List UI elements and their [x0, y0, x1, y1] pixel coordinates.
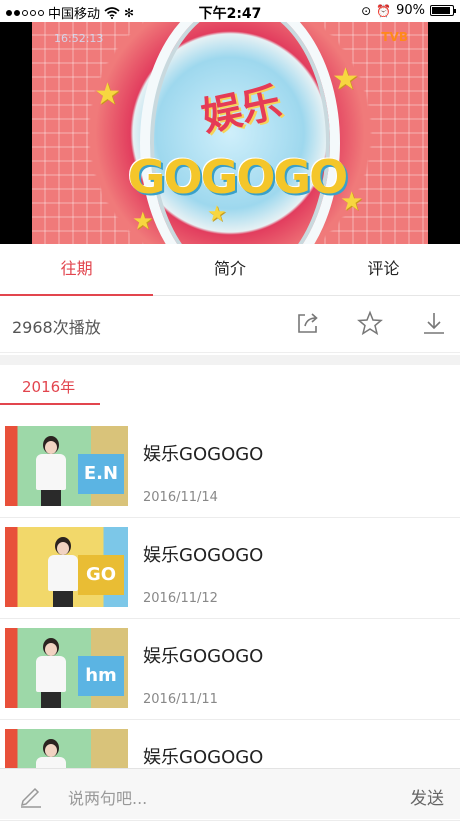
- pencil-icon: [20, 787, 41, 808]
- star-icon[interactable]: [357, 310, 383, 336]
- star-decoration: ★: [94, 77, 121, 112]
- section-divider: [0, 355, 460, 365]
- download-icon[interactable]: [421, 310, 447, 336]
- tab-bar: 往期 简介 评论: [0, 244, 460, 296]
- video-timecode: 16:52:13: [54, 32, 104, 45]
- host-figure: [33, 638, 69, 708]
- share-icon[interactable]: [295, 310, 321, 336]
- tab-label: 往期: [60, 259, 93, 278]
- episode-item[interactable]: E.N 娱乐GOGOGO 2016/11/14: [0, 417, 460, 518]
- star-decoration: ★: [132, 207, 154, 235]
- episode-title: 娱乐GOGOGO: [143, 747, 264, 768]
- show-logo: GOGOGO: [127, 150, 349, 204]
- play-count-row: 2968次播放: [0, 296, 460, 353]
- tab-intro[interactable]: 简介: [153, 244, 306, 295]
- host-figure: [33, 436, 69, 506]
- alarm-icon: ⏰: [376, 3, 392, 18]
- thumbnail-sign: GO: [78, 555, 124, 595]
- episode-date: 2016/11/14: [143, 490, 218, 505]
- battery-icon: [430, 5, 456, 16]
- year-tab[interactable]: 2016年: [22, 376, 75, 397]
- comment-input[interactable]: 说两句吧...: [68, 785, 147, 809]
- tab-label: 评论: [367, 259, 400, 278]
- episode-date: 2016/11/11: [143, 692, 218, 707]
- thumbnail-sign: hm: [78, 656, 124, 696]
- episode-item[interactable]: GO 娱乐GOGOGO 2016/11/12: [0, 518, 460, 619]
- video-frame: ★ ★ ★ ★ ★ 娱乐 GOGOGO 16:52:13 TVB: [32, 22, 428, 244]
- episode-thumbnail: GO: [5, 527, 128, 607]
- thumbnail-sign: E.N: [78, 454, 124, 494]
- episode-thumbnail: hm: [5, 628, 128, 708]
- episode-date: 2016/11/12: [143, 591, 218, 606]
- video-player[interactable]: ★ ★ ★ ★ ★ 娱乐 GOGOGO 16:52:13 TVB: [0, 22, 460, 244]
- episode-title: 娱乐GOGOGO: [143, 545, 264, 566]
- episode-item[interactable]: hm 娱乐GOGOGO 2016/11/11: [0, 619, 460, 720]
- send-button[interactable]: 发送: [410, 784, 444, 809]
- tab-past-episodes[interactable]: 往期: [0, 244, 154, 296]
- tab-label: 简介: [213, 259, 246, 278]
- battery-percent: 90%: [396, 3, 425, 18]
- status-bar: 中国移动 ✻ 下午2:47 ⊙ ⏰ 90%: [0, 0, 460, 22]
- year-tab-row: 2016年: [0, 366, 460, 406]
- comment-bar: 说两句吧... 发送: [0, 768, 460, 819]
- channel-logo: TVB: [381, 30, 408, 44]
- episode-title: 娱乐GOGOGO: [143, 646, 264, 667]
- play-count: 2968次播放: [12, 318, 101, 337]
- episode-title: 娱乐GOGOGO: [143, 444, 264, 465]
- star-decoration: ★: [207, 202, 227, 227]
- status-right: ⊙ ⏰ 90%: [361, 3, 456, 18]
- year-tab-underline: [0, 403, 100, 405]
- tab-comments[interactable]: 评论: [307, 244, 460, 295]
- host-figure: [45, 537, 81, 607]
- episode-thumbnail: E.N: [5, 426, 128, 506]
- rotation-lock-icon: ⊙: [361, 3, 372, 18]
- star-decoration: ★: [332, 62, 359, 97]
